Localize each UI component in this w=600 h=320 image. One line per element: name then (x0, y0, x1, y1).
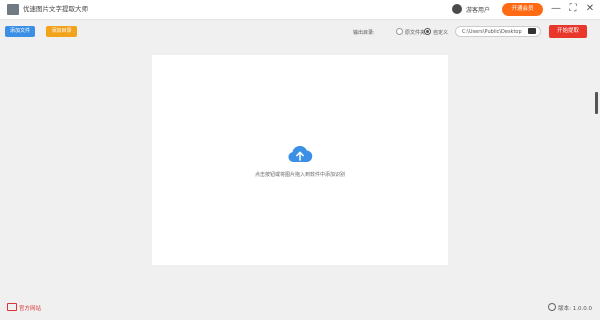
app-logo-icon (7, 4, 19, 15)
vip-button[interactable]: 开通会员 (502, 3, 543, 16)
radio-original-folder[interactable]: 原文件夹 (396, 28, 425, 36)
official-site-link[interactable]: 官方网站 (7, 303, 41, 312)
drop-area[interactable]: 点击按钮或将图片拖入到软件中添加识别 (152, 55, 448, 265)
maximize-icon[interactable]: ⛶ (566, 2, 580, 16)
add-folder-button[interactable]: 添加目录 (46, 26, 77, 37)
radio-custom-folder[interactable]: 自定义 (424, 28, 448, 36)
radio-icon (396, 28, 403, 35)
radio-checked-icon (424, 28, 431, 35)
start-button[interactable]: 开始提取 (549, 25, 587, 38)
output-dir-label: 输出目录: (353, 30, 375, 36)
title-bar: 优速图片文字提取大师 游客用户 开通会员 — ⛶ ✕ (0, 0, 600, 20)
close-icon[interactable]: ✕ (583, 2, 597, 16)
radio-custom-label: 自定义 (433, 30, 449, 36)
cloud-upload-icon[interactable] (287, 145, 313, 163)
version-label: 版本: 1.0.0.0 (558, 306, 592, 312)
official-site-label: 官方网站 (19, 306, 42, 312)
scrollbar-thumb[interactable] (595, 92, 598, 114)
user-avatar-icon[interactable] (452, 4, 462, 14)
folder-icon[interactable] (528, 28, 536, 34)
website-icon (7, 303, 17, 311)
user-name[interactable]: 游客用户 (466, 5, 490, 14)
add-file-button[interactable]: 添加文件 (5, 26, 35, 37)
radio-original-label: 原文件夹 (405, 30, 426, 36)
minimize-icon[interactable]: — (549, 2, 563, 16)
app-title: 优速图片文字提取大师 (23, 5, 88, 13)
toolbar: 添加文件 添加目录 输出目录: 原文件夹 自定义 开始提取 (0, 20, 600, 42)
version-info: 版本: 1.0.0.0 (548, 303, 592, 312)
version-icon (548, 303, 557, 311)
drop-hint: 点击按钮或将图片拖入到软件中添加识别 (254, 172, 345, 178)
